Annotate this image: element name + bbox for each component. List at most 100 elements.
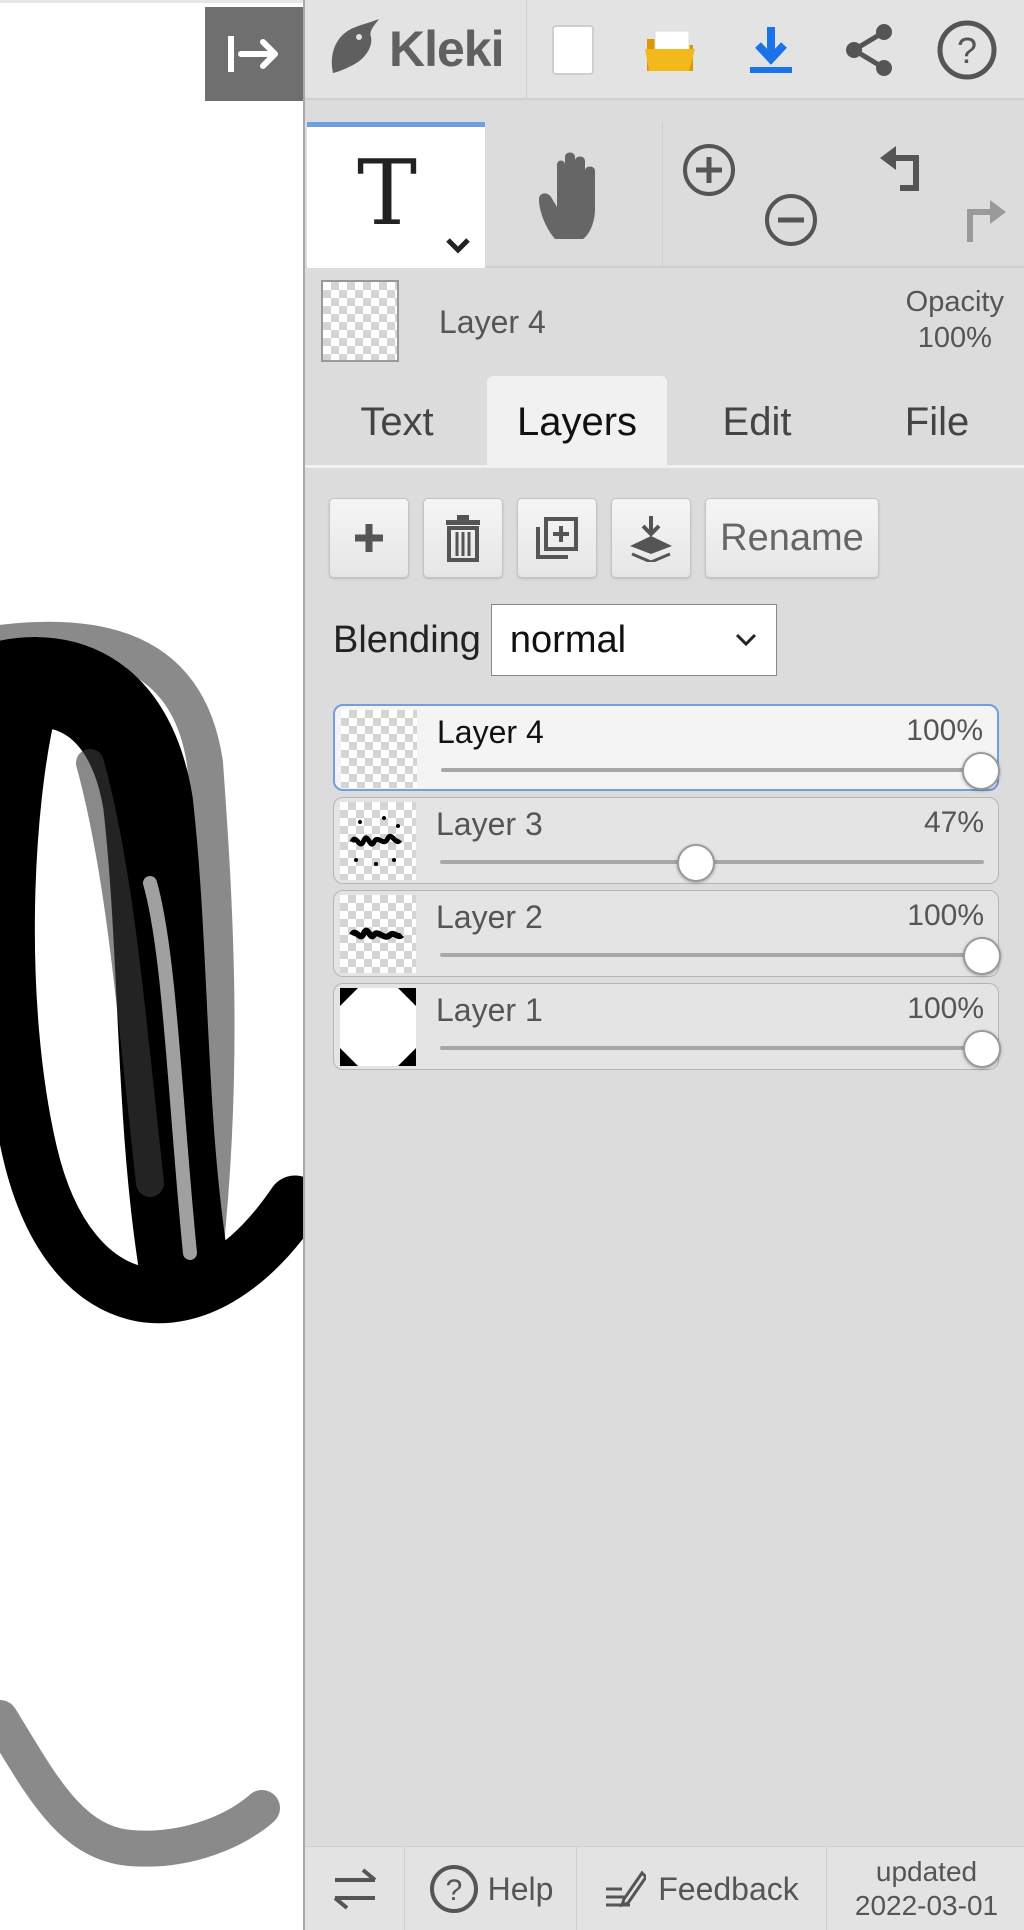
blending-label: Blending [333,618,481,661]
layer-opacity-track[interactable] [440,1046,984,1050]
new-image-button[interactable] [541,18,605,82]
tab-file[interactable]: File [847,376,1024,468]
undo-icon [880,146,919,191]
save-button[interactable] [739,18,803,82]
layer-opacity-value: 100% [906,714,983,747]
layer-thumbnail [340,895,416,973]
layer-name: Layer 3 [436,806,543,842]
tab-layers[interactable]: Layers [487,376,667,468]
layer-item[interactable]: Layer 2 100% [333,890,1001,977]
swap-arrows-icon [333,1868,376,1910]
blending-row: Blending normal [333,604,777,676]
share-icon [846,24,892,76]
updated-label: updated [875,1855,978,1887]
zoom-in-icon [683,144,735,196]
hand-tool-button[interactable] [487,122,663,268]
add-layer-icon [355,524,383,552]
top-bar: Kleki ? [305,0,1024,100]
delete-layer-button[interactable] [423,498,503,578]
zoom-out-button[interactable] [761,190,821,250]
redo-button[interactable] [953,196,1013,254]
open-folder-icon [645,30,695,71]
current-layer-info: Layer 4 Opacity 100% [305,270,1024,370]
merge-down-icon [630,516,672,562]
help-button[interactable]: ? [935,18,999,82]
chevron-down-icon [446,238,470,254]
tab-text[interactable]: Text [307,376,487,468]
bottom-bar: ? Help Feedback updated 2022-03-01 [305,1846,1024,1930]
layer-opacity-track[interactable] [440,953,984,957]
layer-thumbnail-art [340,988,416,1066]
help-icon: ? [429,1865,478,1913]
hand-tool-icon [538,152,595,239]
current-layer-thumbnail [321,280,399,362]
layer-item[interactable]: Layer 3 47% [333,797,999,884]
current-layer-opacity: Opacity 100% [906,284,1004,356]
zoom-in-button[interactable] [679,140,739,200]
merge-down-button[interactable] [611,498,691,578]
svg-text:?: ? [445,1874,462,1907]
delete-layer-icon [446,515,480,562]
layer-thumbnail [340,988,416,1066]
feedback-link[interactable]: Feedback [577,1847,827,1930]
layer-list: Layer 4 100% Layer 3 47% Layer 2 100% La… [333,704,1001,1076]
blending-mode-select[interactable]: normal [490,604,777,676]
help-label: Help [487,1870,554,1907]
redo-icon [967,200,1006,242]
duplicate-layer-button[interactable] [517,498,597,578]
app-name: Kleki [389,21,505,77]
tool-row: T [305,122,1024,268]
add-layer-button[interactable] [329,498,409,578]
layer-opacity-slider[interactable] [963,1030,1001,1068]
layer-thumbnail-art [349,816,403,866]
opacity-label: Opacity [905,286,1004,318]
share-button[interactable] [837,18,901,82]
zoom-out-icon [765,194,817,246]
text-tool-icon: T [357,141,418,246]
layer-opacity-value: 100% [907,992,984,1025]
layer-opacity-track[interactable] [441,768,983,772]
undo-button[interactable] [873,142,933,200]
duplicate-layer-icon [536,517,578,559]
layer-thumbnail-art [349,927,405,940]
kleki-logo[interactable]: Kleki [305,0,527,99]
swap-sides-button[interactable] [305,1847,405,1930]
feedback-pencil-icon [606,1870,647,1908]
feedback-label: Feedback [658,1870,799,1907]
open-image-button[interactable] [639,18,703,82]
layers-toolbar: Rename [329,498,879,578]
sidebar: Kleki ? T Layer 4 Opacity 100% Text Laye… [303,0,1024,1930]
layer-opacity-slider[interactable] [963,937,1001,975]
new-file-icon [552,25,594,75]
layer-item[interactable]: Layer 1 100% [333,983,1001,1070]
layer-item[interactable]: Layer 4 100% [333,704,1000,791]
text-tool-button[interactable]: T [307,122,485,268]
kleki-bird-icon [331,19,379,73]
layer-opacity-slider[interactable] [676,844,715,882]
blending-mode-value: normal [509,618,627,661]
canvas-artwork [0,621,303,1867]
rename-layer-button[interactable]: Rename [705,498,879,578]
help-link[interactable]: ? Help [405,1847,577,1930]
layer-thumbnail [340,802,416,880]
panel-tabs: Text Layers Edit File [305,376,1024,468]
current-layer-name: Layer 4 [439,304,546,340]
tab-edit[interactable]: Edit [667,376,847,468]
drawing-canvas[interactable] [0,0,303,1930]
svg-text:?: ? [957,30,977,71]
help-icon: ? [937,20,997,80]
layer-name: Layer 4 [437,714,544,750]
updated-info: updated 2022-03-01 [827,1847,1024,1930]
collapse-arrow-icon [228,36,278,72]
layer-name: Layer 2 [436,899,543,935]
opacity-value: 100% [917,322,992,354]
layer-thumbnail [341,710,417,788]
download-icon [750,27,792,73]
collapse-sidebar-button[interactable] [205,7,303,101]
layer-opacity-value: 100% [907,899,984,932]
layer-opacity-value: 47% [923,806,984,839]
updated-date: 2022-03-01 [854,1889,999,1921]
chevron-down-icon [735,633,756,647]
layer-opacity-slider[interactable] [962,752,1000,790]
layer-name: Layer 1 [436,992,543,1028]
